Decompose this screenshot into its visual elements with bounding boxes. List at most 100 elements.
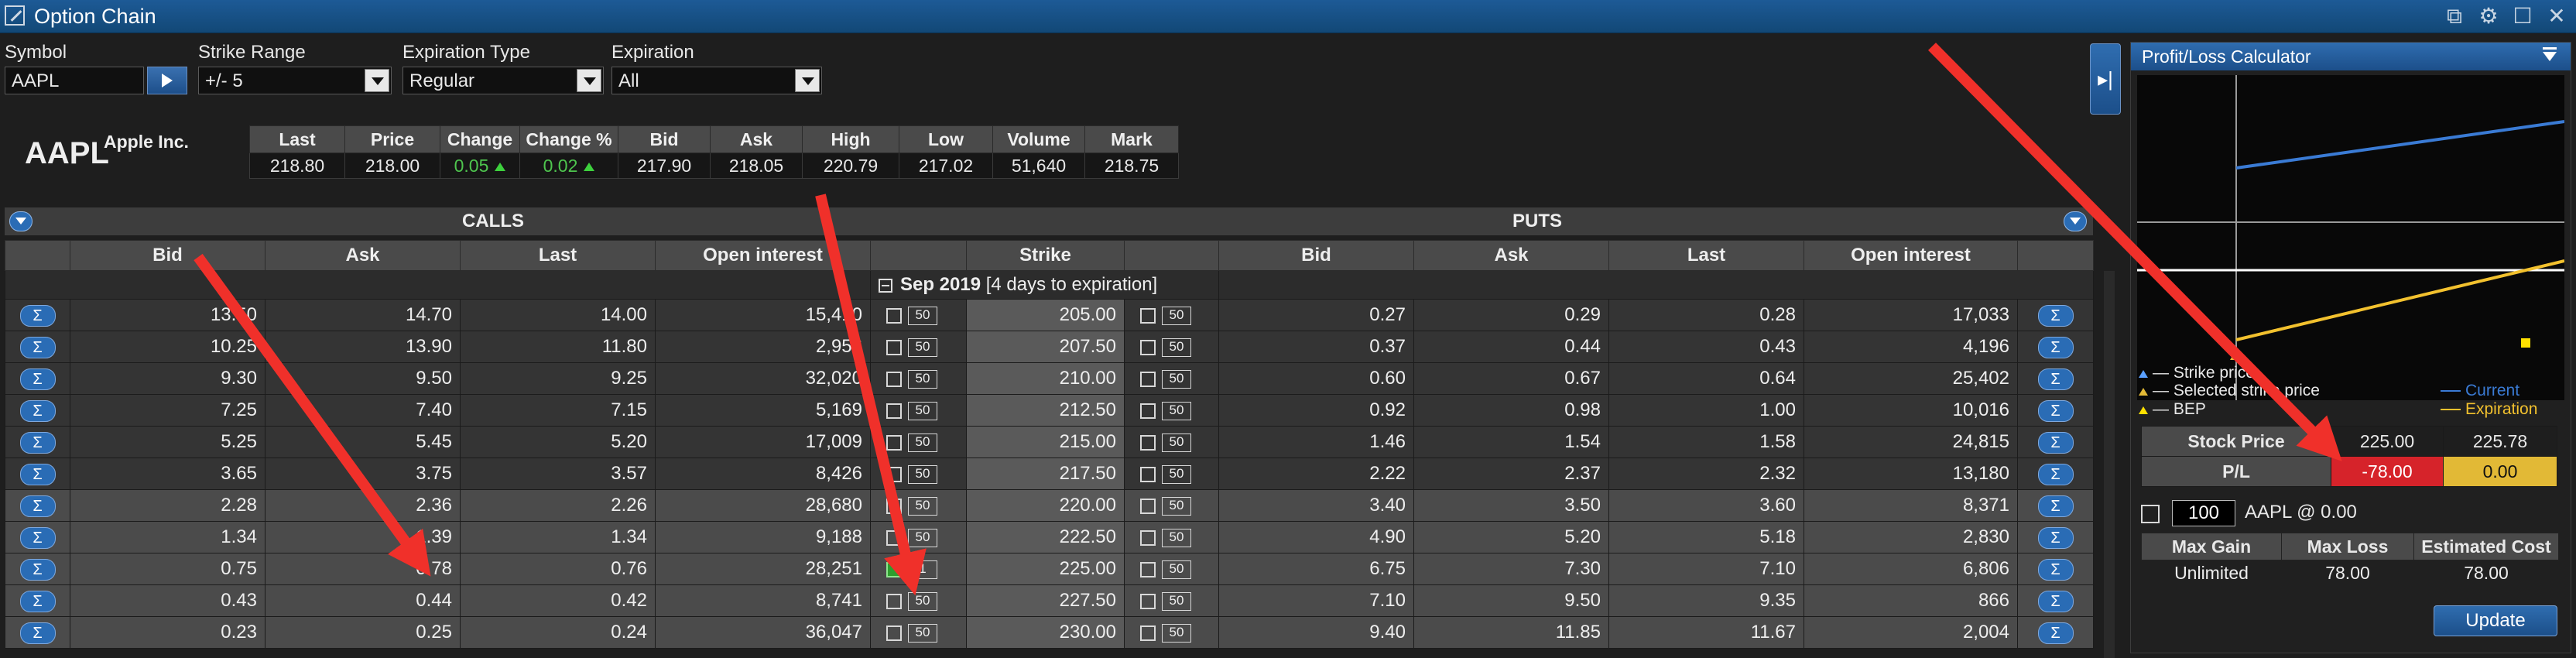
pl-chart[interactable] xyxy=(2137,75,2565,400)
call-select-checkbox[interactable] xyxy=(886,466,902,482)
put-select-checkbox[interactable] xyxy=(1140,593,1156,609)
chain-row[interactable]: Σ 0.23 0.25 0.24 36,047 50 230.00 50 9.40 11.85 11… xyxy=(5,616,2094,649)
put-select-checkbox[interactable] xyxy=(1140,466,1156,482)
sigma-icon[interactable]: Σ xyxy=(2037,463,2074,485)
stock-price-value-2[interactable]: 225.78 xyxy=(2443,426,2557,457)
call-ask[interactable]: 13.90 xyxy=(265,331,461,363)
call-select-checkbox[interactable] xyxy=(886,625,902,641)
sigma-icon[interactable]: Σ xyxy=(2037,622,2074,644)
call-select-checkbox[interactable] xyxy=(886,434,902,451)
call-bid[interactable]: 7.25 xyxy=(70,394,265,427)
strike-header[interactable]: Strike xyxy=(966,240,1125,271)
sigma-icon[interactable]: Σ xyxy=(2037,304,2074,327)
chevron-down-icon[interactable] xyxy=(365,69,389,92)
sigma-icon[interactable]: Σ xyxy=(19,399,56,422)
chain-row[interactable]: Σ 1.34 1.39 1.34 9,188 50 222.50 50 4.90 5.20 5.18… xyxy=(5,521,2094,553)
calls-last-header[interactable]: Last xyxy=(460,240,656,271)
put-qty[interactable]: 50 xyxy=(1162,496,1191,516)
edit-icon[interactable] xyxy=(5,5,25,26)
put-qty[interactable]: 50 xyxy=(1162,433,1191,452)
put-ask[interactable]: 1.54 xyxy=(1413,426,1609,458)
put-select-checkbox[interactable] xyxy=(1140,625,1156,641)
chain-row[interactable]: Σ 10.25 13.90 11.80 2,956 50 207.50 50 0.37 0.44 0… xyxy=(5,331,2094,363)
calls-menu-button[interactable] xyxy=(9,211,33,231)
puts-bid-header[interactable]: Bid xyxy=(1218,240,1414,271)
put-bid[interactable]: 7.10 xyxy=(1218,584,1414,617)
close-icon[interactable]: ✕ xyxy=(2545,5,2568,28)
sigma-icon[interactable]: Σ xyxy=(19,463,56,485)
chain-row[interactable]: Σ 7.25 7.40 7.15 5,169 50 212.50 50 0.92 0.98 1.00… xyxy=(5,394,2094,427)
call-bid[interactable]: 5.25 xyxy=(70,426,265,458)
call-qty[interactable]: 50 xyxy=(908,464,937,484)
call-select-checkbox[interactable] xyxy=(886,307,902,324)
call-ask[interactable]: 0.44 xyxy=(265,584,461,617)
call-bid[interactable]: 3.65 xyxy=(70,458,265,490)
put-qty[interactable]: 50 xyxy=(1162,369,1191,389)
call-qty[interactable]: 50 xyxy=(908,528,937,547)
sigma-icon[interactable]: Σ xyxy=(19,304,56,327)
call-ask[interactable]: 0.25 xyxy=(265,616,461,649)
sigma-icon[interactable]: Σ xyxy=(2037,558,2074,581)
put-bid[interactable]: 0.27 xyxy=(1218,299,1414,331)
call-ask[interactable]: 5.45 xyxy=(265,426,461,458)
call-ask[interactable]: 0.78 xyxy=(265,553,461,585)
call-select-checkbox[interactable] xyxy=(886,339,902,355)
call-qty[interactable]: 50 xyxy=(908,401,937,420)
chain-scrollbar[interactable] xyxy=(2104,271,2115,658)
put-select-checkbox[interactable] xyxy=(1140,529,1156,546)
put-qty[interactable]: 50 xyxy=(1162,401,1191,420)
put-qty[interactable]: 50 xyxy=(1162,591,1191,611)
collapse-panel-button[interactable]: ▸| xyxy=(2090,43,2121,115)
expiration-type-select[interactable]: Regular xyxy=(402,67,604,94)
call-ask[interactable]: 1.39 xyxy=(265,521,461,553)
call-bid[interactable]: 10.25 xyxy=(70,331,265,363)
chevron-down-icon[interactable] xyxy=(795,69,820,92)
sigma-icon[interactable]: Σ xyxy=(2037,495,2074,517)
sigma-icon[interactable]: Σ xyxy=(2037,431,2074,454)
put-ask[interactable]: 0.44 xyxy=(1413,331,1609,363)
put-select-checkbox[interactable] xyxy=(1140,434,1156,451)
update-button[interactable]: Update xyxy=(2434,605,2557,636)
maximize-icon[interactable]: ☐ xyxy=(2511,5,2534,28)
call-ask[interactable]: 2.36 xyxy=(265,489,461,522)
call-bid[interactable]: 9.30 xyxy=(70,362,265,395)
position-checkbox[interactable] xyxy=(2141,505,2160,523)
sigma-icon[interactable]: Σ xyxy=(2037,590,2074,612)
call-select-checkbox[interactable] xyxy=(886,403,902,419)
call-bid[interactable]: 1.34 xyxy=(70,521,265,553)
put-ask[interactable]: 0.67 xyxy=(1413,362,1609,395)
sigma-icon[interactable]: Σ xyxy=(2037,368,2074,390)
call-bid[interactable]: 0.75 xyxy=(70,553,265,585)
chain-row[interactable]: Σ 0.75 0.78 0.76 28,251 1 225.00 50 6.75 7.30 7.10… xyxy=(5,553,2094,585)
call-bid[interactable]: 0.43 xyxy=(70,584,265,617)
strike-range-select[interactable]: +/- 5 xyxy=(198,67,392,94)
position-qty-input[interactable]: 100 xyxy=(2172,500,2235,526)
call-qty[interactable]: 1 xyxy=(908,560,937,579)
put-select-checkbox[interactable] xyxy=(1140,307,1156,324)
calls-ask-header[interactable]: Ask xyxy=(265,240,461,271)
call-ask[interactable]: 7.40 xyxy=(265,394,461,427)
collapse-icon[interactable] xyxy=(879,278,892,293)
puts-last-header[interactable]: Last xyxy=(1608,240,1804,271)
sigma-icon[interactable]: Σ xyxy=(19,495,56,517)
expiration-group-label[interactable]: Sep 2019 [4 days to expiration] xyxy=(870,270,1219,300)
calls-bid-header[interactable]: Bid xyxy=(70,240,265,271)
put-ask[interactable]: 11.85 xyxy=(1413,616,1609,649)
put-ask[interactable]: 7.30 xyxy=(1413,553,1609,585)
put-qty[interactable]: 50 xyxy=(1162,528,1191,547)
call-bid[interactable]: 13.50 xyxy=(70,299,265,331)
call-bid[interactable]: 0.23 xyxy=(70,616,265,649)
call-qty[interactable]: 50 xyxy=(908,623,937,643)
sigma-icon[interactable]: Σ xyxy=(19,622,56,644)
call-ask[interactable]: 14.70 xyxy=(265,299,461,331)
call-ask[interactable]: 3.75 xyxy=(265,458,461,490)
put-bid[interactable]: 6.75 xyxy=(1218,553,1414,585)
call-qty[interactable]: 50 xyxy=(908,591,937,611)
call-select-checkbox[interactable] xyxy=(886,593,902,609)
sigma-icon[interactable]: Σ xyxy=(19,336,56,358)
puts-oi-header[interactable]: Open interest xyxy=(1804,240,2018,271)
put-bid[interactable]: 4.90 xyxy=(1218,521,1414,553)
put-select-checkbox[interactable] xyxy=(1140,561,1156,577)
call-qty[interactable]: 50 xyxy=(908,496,937,516)
expiration-select[interactable]: All xyxy=(611,67,822,94)
